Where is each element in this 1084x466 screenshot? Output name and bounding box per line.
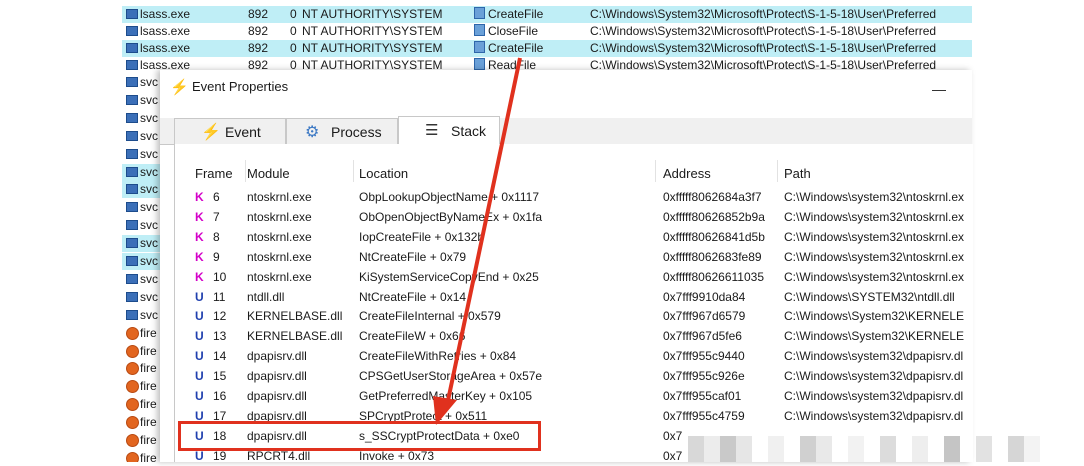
highlight-box bbox=[178, 421, 541, 451]
blurred-region bbox=[720, 436, 736, 462]
blurred-region bbox=[704, 436, 720, 462]
blurred-region bbox=[768, 436, 784, 462]
blurred-region bbox=[944, 436, 960, 462]
annotation-arrow bbox=[433, 57, 522, 425]
blurred-region bbox=[976, 436, 992, 462]
blurred-region bbox=[688, 436, 704, 462]
blurred-region bbox=[816, 436, 832, 462]
blurred-region bbox=[912, 436, 928, 462]
blurred-region bbox=[800, 436, 816, 462]
blurred-region bbox=[736, 436, 752, 462]
blurred-region bbox=[1024, 436, 1040, 462]
arrow-shaft bbox=[444, 57, 522, 411]
blurred-region bbox=[880, 436, 896, 462]
blurred-region bbox=[1008, 436, 1024, 462]
blurred-region bbox=[848, 436, 864, 462]
